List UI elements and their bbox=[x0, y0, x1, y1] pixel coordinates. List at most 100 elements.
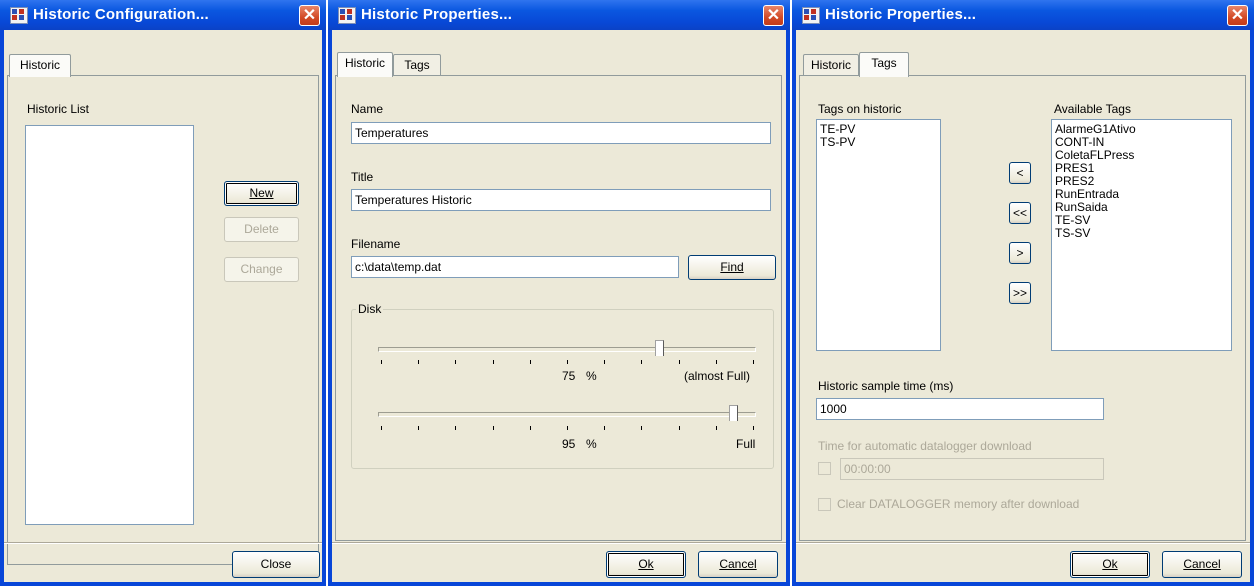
delete-button[interactable]: Delete bbox=[224, 217, 299, 242]
slider-tick bbox=[604, 426, 606, 430]
auto-download-time-field[interactable]: 00:00:00 bbox=[840, 458, 1104, 480]
historic-app-icon bbox=[802, 7, 820, 24]
tags-on-historic-label: Tags on historic bbox=[818, 102, 902, 116]
slider-tick bbox=[604, 360, 606, 364]
slider-tick bbox=[529, 426, 531, 430]
slider-tick bbox=[678, 360, 680, 364]
title-bar[interactable]: Historic Properties... ✕ bbox=[792, 0, 1254, 30]
auto-download-checkbox[interactable] bbox=[818, 462, 831, 475]
disk-slider-1-unit: % bbox=[586, 369, 597, 383]
clear-datalogger-checkbox[interactable] bbox=[818, 498, 831, 511]
footer-separator bbox=[796, 542, 1250, 544]
tags-on-historic-list[interactable]: TE-PV TS-PV bbox=[816, 119, 941, 351]
disk-slider-1-value: 75 bbox=[562, 369, 576, 383]
window-title: Historic Properties... bbox=[361, 6, 513, 23]
slider-tick bbox=[492, 360, 494, 364]
ok-button[interactable]: Ok bbox=[1070, 551, 1150, 578]
new-button[interactable]: New bbox=[224, 181, 299, 206]
filename-label: Filename bbox=[351, 237, 401, 251]
window-client: Historic Tags Tags on historic TE-PV TS-P… bbox=[796, 30, 1250, 582]
remove-tag-button-label: < bbox=[1016, 166, 1024, 180]
tab-historic[interactable]: Historic bbox=[803, 54, 859, 76]
close-icon[interactable]: ✕ bbox=[1227, 5, 1248, 26]
slider-tick bbox=[492, 426, 494, 430]
ok-button-label: Ok bbox=[638, 557, 654, 571]
footer-separator bbox=[332, 542, 786, 544]
historic-list-label: Historic List bbox=[27, 102, 90, 116]
slider-tick bbox=[753, 360, 754, 364]
slider-tick bbox=[753, 426, 754, 430]
slider-tick bbox=[567, 360, 568, 364]
historic-configuration-window: Historic Configuration... ✕ Historic His… bbox=[0, 0, 326, 586]
cancel-button[interactable]: Cancel bbox=[698, 551, 778, 578]
tab-tags[interactable]: Tags bbox=[859, 52, 909, 77]
window-client: Historic Historic List New Delete Change… bbox=[4, 30, 322, 582]
remove-all-tags-button-label: << bbox=[1012, 206, 1027, 220]
sample-time-field[interactable]: 1000 bbox=[816, 398, 1104, 420]
ok-button[interactable]: Ok bbox=[606, 551, 686, 578]
available-tags-list[interactable]: AlarmeG1Ativo CONT-IN ColetaFLPress PRES1 PR… bbox=[1051, 119, 1232, 351]
ok-button-label: Ok bbox=[1102, 557, 1118, 571]
cancel-button[interactable]: Cancel bbox=[1162, 551, 1242, 578]
title-label: Title bbox=[351, 170, 374, 184]
window-client: Historic Tags Name Temperatures Title Te… bbox=[332, 30, 786, 582]
tag-list-item[interactable]: TS-PV bbox=[817, 136, 940, 149]
add-all-tags-button-label: >> bbox=[1012, 286, 1027, 300]
slider-tick bbox=[641, 426, 643, 430]
historic-list[interactable] bbox=[25, 125, 194, 525]
auto-download-label: Time for automatic datalogger download bbox=[818, 439, 1032, 453]
remove-tag-button[interactable]: < bbox=[1009, 162, 1031, 184]
historic-app-icon bbox=[10, 7, 28, 24]
disk-slider-1-track[interactable] bbox=[378, 347, 756, 352]
add-all-tags-button[interactable]: >> bbox=[1009, 282, 1031, 304]
title-field[interactable]: Temperatures Historic bbox=[351, 189, 771, 211]
available-tag-item[interactable]: TS-SV bbox=[1052, 227, 1231, 240]
filename-field[interactable]: c:\data\temp.dat bbox=[351, 256, 679, 278]
footer-separator bbox=[4, 542, 322, 544]
find-button-label: Find bbox=[720, 260, 744, 274]
window-title: Historic Configuration... bbox=[33, 6, 209, 23]
slider-tick bbox=[641, 360, 643, 364]
disk-group-title: Disk bbox=[356, 302, 384, 316]
tab-page-historic: Historic List New Delete Change bbox=[7, 75, 319, 565]
title-bar[interactable]: Historic Properties... ✕ bbox=[328, 0, 790, 30]
change-button-label: Change bbox=[240, 262, 283, 276]
window-title: Historic Properties... bbox=[825, 6, 977, 23]
disk-slider-1-caption: (almost Full) bbox=[684, 369, 751, 383]
tab-historic[interactable]: Historic bbox=[337, 52, 393, 77]
cancel-button-label: Cancel bbox=[719, 557, 757, 571]
disk-slider-2-value: 95 bbox=[562, 437, 576, 451]
slider-tick bbox=[715, 426, 717, 430]
historic-app-icon bbox=[338, 7, 356, 24]
title-bar[interactable]: Historic Configuration... ✕ bbox=[0, 0, 326, 30]
change-button[interactable]: Change bbox=[224, 257, 299, 282]
slider-tick bbox=[529, 360, 531, 364]
slider-tick bbox=[567, 426, 568, 430]
disk-slider-2-thumb[interactable] bbox=[728, 405, 738, 421]
cancel-button-label: Cancel bbox=[1183, 557, 1221, 571]
remove-all-tags-button[interactable]: << bbox=[1009, 202, 1031, 224]
disk-slider-2-caption: Full bbox=[736, 437, 756, 451]
slider-tick bbox=[455, 426, 457, 430]
add-tag-button-label: > bbox=[1016, 246, 1024, 260]
name-field[interactable]: Temperatures bbox=[351, 122, 771, 144]
close-button[interactable]: Close bbox=[232, 551, 320, 578]
disk-slider-1-thumb[interactable] bbox=[654, 340, 664, 356]
disk-slider-2-track[interactable] bbox=[378, 412, 756, 417]
slider-tick bbox=[678, 426, 680, 430]
slider-tick bbox=[418, 360, 420, 364]
delete-button-label: Delete bbox=[244, 222, 279, 236]
add-tag-button[interactable]: > bbox=[1009, 242, 1031, 264]
close-icon[interactable]: ✕ bbox=[299, 5, 320, 26]
close-icon[interactable]: ✕ bbox=[763, 5, 784, 26]
historic-properties-window: Historic Properties... ✕ Historic Tags N… bbox=[328, 0, 790, 586]
tab-tags[interactable]: Tags bbox=[393, 54, 441, 76]
disk-slider-2-unit: % bbox=[586, 437, 597, 451]
close-button-label: Close bbox=[260, 557, 292, 571]
slider-tick bbox=[381, 426, 382, 430]
tab-page-historic: Name Temperatures Title Temperatures His… bbox=[335, 75, 782, 541]
find-button[interactable]: Find bbox=[688, 255, 776, 280]
tab-historic[interactable]: Historic bbox=[9, 54, 71, 77]
name-label: Name bbox=[351, 102, 384, 116]
sample-time-label: Historic sample time (ms) bbox=[818, 379, 954, 393]
